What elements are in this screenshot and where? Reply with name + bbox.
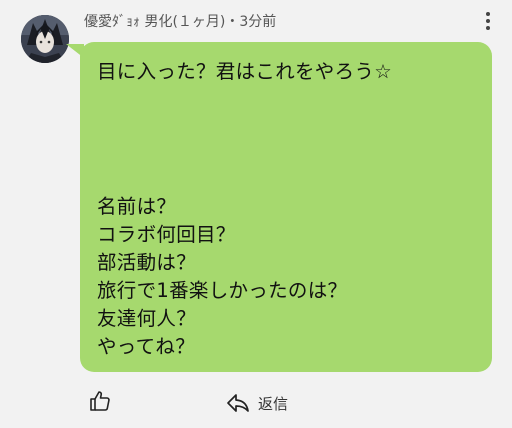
message-line: 部活動は？ [97,251,197,274]
message-line: 名前は？ [97,195,177,218]
message-line: やってね？ [97,335,196,358]
thumbs-up-icon[interactable] [89,390,111,412]
author-name[interactable]: 優愛ﾀﾞｮｫ 男化(１ヶ月) [84,14,225,30]
post-time: 3分前 [239,14,277,30]
message-line: 友達何人？ [97,307,197,330]
meta-separator: ・ [225,14,240,30]
reply-label: 返信 [258,394,289,413]
reply-arrow-icon [227,394,249,412]
message-line: 目に入った？君はこれをやろう☆ [97,60,392,83]
more-vertical-icon[interactable] [478,9,498,33]
message-line: 旅行で1番楽しかったのは？ [97,279,348,302]
comment-post: 優愛ﾀﾞｮｫ 男化(１ヶ月)・3分前 目に入った？君はこれをやろう☆ 名前は？ … [0,0,512,428]
reply-button[interactable]: 返信 [226,391,288,415]
message-line: コラボ何回目？ [97,223,236,246]
post-meta: 優愛ﾀﾞｮｫ 男化(１ヶ月)・3分前 [84,11,276,31]
avatar[interactable] [21,15,69,63]
